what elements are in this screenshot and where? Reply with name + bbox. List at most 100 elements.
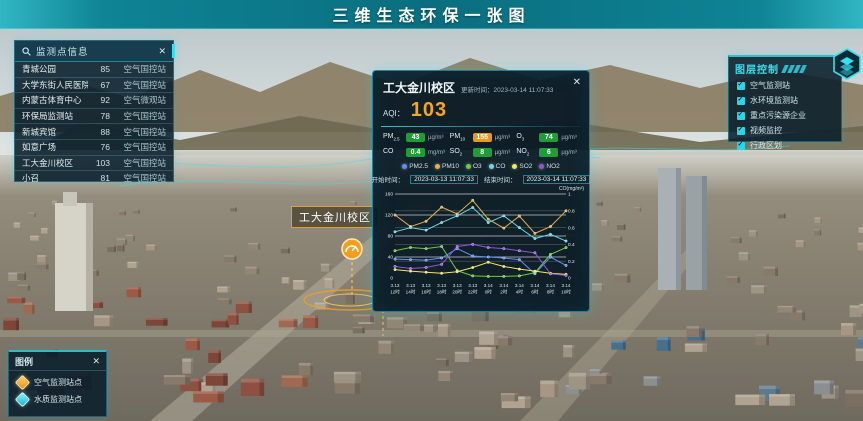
series-color-dot bbox=[539, 164, 544, 169]
page-title: 三维生态环保一张图 bbox=[332, 2, 530, 26]
start-time-picker[interactable]: 2023-03-13 11:07:33 bbox=[410, 175, 478, 184]
layer-label: 行政区划 bbox=[750, 140, 782, 151]
station-row[interactable]: 青城公园 85 空气国控站 bbox=[15, 62, 173, 78]
close-icon[interactable]: ✕ bbox=[92, 357, 100, 366]
station-type: 空气国控站 bbox=[114, 157, 166, 169]
series-color-dot bbox=[466, 164, 471, 169]
svg-text:0: 0 bbox=[568, 276, 571, 282]
station-name: 新城宾馆 bbox=[22, 126, 88, 138]
checkbox-checked-icon[interactable] bbox=[737, 112, 745, 120]
legend-item-label: 空气监测站点 bbox=[34, 377, 82, 388]
station-name: 内蒙古体育中心 bbox=[22, 94, 88, 106]
layer-label: 空气监测站 bbox=[750, 80, 790, 91]
svg-text:0.8: 0.8 bbox=[568, 209, 575, 215]
svg-text:2时: 2时 bbox=[500, 289, 508, 295]
panel-accent bbox=[172, 44, 175, 58]
station-type: 空气国控站 bbox=[114, 110, 166, 122]
legend-item[interactable]: 空气监测站点 bbox=[9, 371, 106, 388]
pollutant-cell: SO2 8 µg/m³ bbox=[450, 148, 515, 157]
svg-text:120: 120 bbox=[385, 213, 393, 219]
svg-text:4时: 4时 bbox=[516, 289, 524, 295]
station-aqi: 76 bbox=[92, 142, 110, 152]
svg-text:12时: 12时 bbox=[390, 289, 400, 295]
checkbox-checked-icon[interactable] bbox=[737, 142, 745, 150]
close-icon[interactable]: ✕ bbox=[158, 47, 166, 56]
station-type: 空气国控站 bbox=[114, 172, 166, 184]
end-time-picker[interactable]: 2023-03-14 11:07:33 bbox=[523, 175, 591, 184]
pollutant-name: NO2 bbox=[516, 148, 536, 156]
layer-panel-title: 图层控制 bbox=[735, 61, 779, 76]
chart-legend-item[interactable]: PM10 bbox=[435, 163, 459, 170]
time-range-row: 开始时间： 2023-03-13 11:07:33 结束时间： 2023-03-… bbox=[373, 171, 589, 185]
pollutant-unit: µg/m³ bbox=[428, 135, 443, 141]
series-color-dot bbox=[489, 164, 494, 169]
station-name: 青城公园 bbox=[22, 63, 88, 75]
layer-item[interactable]: 视频监控 bbox=[729, 123, 841, 138]
chart-legend-item[interactable]: O3 bbox=[466, 163, 482, 170]
svg-text:1: 1 bbox=[568, 192, 571, 198]
close-icon[interactable]: ✕ bbox=[573, 78, 581, 88]
station-aqi: 81 bbox=[92, 173, 110, 183]
pollutant-trend-chart: 0408012016000.20.40.60.81CO(mg/m³)3.1312… bbox=[377, 185, 585, 299]
svg-text:8时: 8时 bbox=[547, 289, 555, 295]
station-aqi: 85 bbox=[92, 64, 110, 74]
svg-text:20时: 20时 bbox=[452, 289, 462, 295]
series-color-dot bbox=[512, 164, 517, 169]
pollutant-name: PM2.5 bbox=[383, 133, 403, 141]
layers-hexagon-button[interactable] bbox=[832, 48, 862, 80]
station-list-panel: 监测点信息 ✕ 青城公园 85 空气国控站 大学东街人民医院 67 空气国控站 … bbox=[14, 40, 174, 182]
station-row[interactable]: 内蒙古体育中心 92 空气微观站 bbox=[15, 93, 173, 109]
pollutant-value-badge: 43 bbox=[406, 133, 425, 142]
popup-title: 工大金川校区 bbox=[383, 79, 455, 96]
svg-text:3.14: 3.14 bbox=[562, 283, 571, 288]
station-aqi: 78 bbox=[92, 111, 110, 121]
pollutant-grid: PM2.5 43 µg/m³ PM10 155 µg/m³ O3 74 µg/m… bbox=[373, 127, 589, 159]
station-row[interactable]: 环保局监测站 78 空气国控站 bbox=[15, 109, 173, 125]
station-row[interactable]: 新城宾馆 88 空气国控站 bbox=[15, 124, 173, 140]
station-aqi: 67 bbox=[92, 80, 110, 90]
station-aqi: 92 bbox=[92, 95, 110, 105]
station-row[interactable]: 小召 81 空气国控站 bbox=[15, 171, 173, 186]
checkbox-checked-icon[interactable] bbox=[737, 97, 745, 105]
station-name: 工大金川校区 bbox=[22, 157, 88, 169]
legend-item[interactable]: 水质监测站点 bbox=[9, 388, 106, 405]
station-type: 空气国控站 bbox=[114, 141, 166, 153]
chart-legend-item[interactable]: CO bbox=[489, 163, 506, 170]
chart-legend-item[interactable]: PM2.5 bbox=[402, 163, 428, 170]
svg-text:0.4: 0.4 bbox=[568, 242, 575, 248]
pollutant-value-badge: 8 bbox=[473, 148, 492, 157]
water-station-marker-icon bbox=[15, 392, 31, 408]
checkbox-checked-icon[interactable] bbox=[737, 82, 745, 90]
checkbox-checked-icon[interactable] bbox=[737, 127, 745, 135]
pollutant-name: CO bbox=[383, 148, 403, 156]
pollutant-cell: CO 0.4 mg/m³ bbox=[383, 148, 448, 157]
layer-item[interactable]: 空气监测站 bbox=[729, 78, 841, 93]
layers-icon bbox=[840, 57, 854, 76]
legend-header: 图例 ✕ bbox=[9, 352, 106, 371]
poi-label[interactable]: 工大金川校区 bbox=[291, 206, 379, 228]
layer-label: 水环境监测站 bbox=[750, 95, 798, 106]
svg-text:CO(mg/m³): CO(mg/m³) bbox=[559, 186, 584, 192]
svg-text:3.14: 3.14 bbox=[530, 283, 539, 288]
svg-text:6时: 6时 bbox=[531, 289, 539, 295]
pollutant-unit: mg/m³ bbox=[428, 150, 445, 156]
chart-legend-item[interactable]: SO2 bbox=[512, 163, 532, 170]
pollutant-name: PM10 bbox=[450, 133, 470, 141]
layer-item[interactable]: 重点污染源企业 bbox=[729, 108, 841, 123]
svg-text:40: 40 bbox=[388, 255, 394, 261]
layer-item[interactable]: 行政区划 bbox=[729, 138, 841, 153]
pollutant-value-badge: 0.4 bbox=[406, 148, 425, 157]
station-aqi: 88 bbox=[92, 127, 110, 137]
chart-legend-item[interactable]: NO2 bbox=[539, 163, 559, 170]
layer-label: 视频监控 bbox=[750, 125, 782, 136]
station-row[interactable]: 大学东街人民医院 67 空气国控站 bbox=[15, 78, 173, 94]
station-row[interactable]: 工大金川校区 103 空气国控站 bbox=[15, 156, 173, 172]
layer-item[interactable]: 水环境监测站 bbox=[729, 93, 841, 108]
station-row[interactable]: 如意广场 76 空气国控站 bbox=[15, 140, 173, 156]
series-color-dot bbox=[402, 164, 407, 169]
svg-text:18时: 18时 bbox=[437, 289, 447, 295]
aqi-row: AQI： 103 bbox=[373, 98, 589, 126]
pollutant-cell: PM2.5 43 µg/m³ bbox=[383, 133, 448, 142]
station-type: 空气国控站 bbox=[114, 79, 166, 91]
popup-header: 工大金川校区 更新时间：2023-03-14 11:07:33 ✕ bbox=[373, 71, 589, 98]
